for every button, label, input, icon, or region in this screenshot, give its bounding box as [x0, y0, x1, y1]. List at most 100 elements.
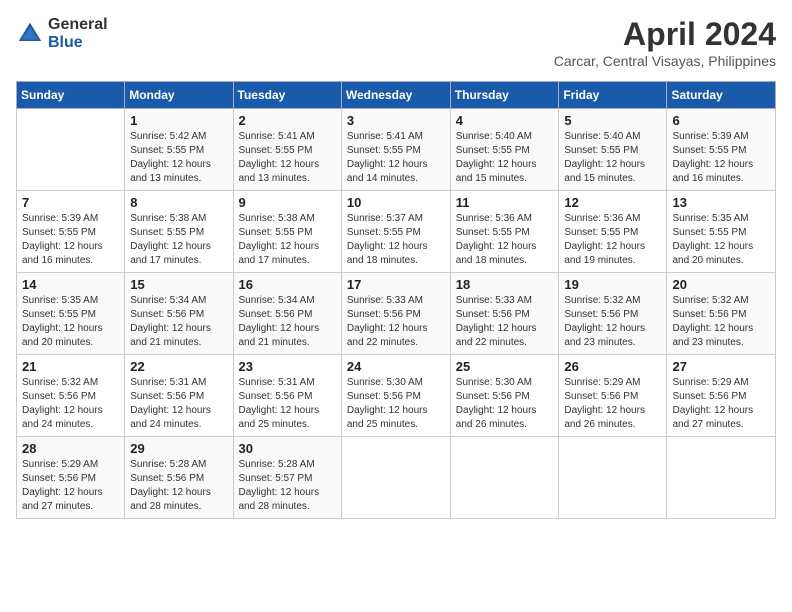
day-info: Sunrise: 5:34 AM Sunset: 5:56 PM Dayligh…	[130, 294, 227, 350]
day-cell: 14 Sunrise: 5:35 AM Sunset: 5:55 PM Dayli…	[17, 273, 125, 355]
header-cell-wednesday: Wednesday	[341, 82, 450, 109]
day-info: Sunrise: 5:32 AM Sunset: 5:56 PM Dayligh…	[564, 294, 661, 350]
day-number: 23	[239, 359, 336, 374]
day-number: 21	[22, 359, 119, 374]
day-cell: 16 Sunrise: 5:34 AM Sunset: 5:56 PM Dayli…	[233, 273, 341, 355]
day-cell: 13 Sunrise: 5:35 AM Sunset: 5:55 PM Dayli…	[667, 191, 776, 273]
day-info: Sunrise: 5:35 AM Sunset: 5:55 PM Dayligh…	[22, 294, 119, 350]
day-cell: 28Sunrise: 5:29 AM Sunset: 5:56 PM Dayli…	[17, 437, 125, 519]
day-number: 8	[130, 195, 227, 210]
calendar-subtitle: Carcar, Central Visayas, Philippines	[554, 53, 776, 69]
header-cell-thursday: Thursday	[450, 82, 559, 109]
day-info: Sunrise: 5:37 AM Sunset: 5:55 PM Dayligh…	[347, 212, 445, 268]
day-cell	[341, 437, 450, 519]
day-cell: 9Sunrise: 5:38 AM Sunset: 5:55 PM Daylig…	[233, 191, 341, 273]
day-number: 3	[347, 113, 445, 128]
day-info: Sunrise: 5:42 AM Sunset: 5:55 PM Dayligh…	[130, 130, 227, 186]
day-info: Sunrise: 5:34 AM Sunset: 5:56 PM Dayligh…	[239, 294, 336, 350]
day-number: 7	[22, 195, 119, 210]
day-info: Sunrise: 5:36 AM Sunset: 5:55 PM Dayligh…	[564, 212, 661, 268]
day-info: Sunrise: 5:36 AM Sunset: 5:55 PM Dayligh…	[456, 212, 554, 268]
day-info: Sunrise: 5:40 AM Sunset: 5:55 PM Dayligh…	[564, 130, 661, 186]
day-number: 26	[564, 359, 661, 374]
day-cell: 23 Sunrise: 5:31 AM Sunset: 5:56 PM Dayli…	[233, 355, 341, 437]
day-cell: 4 Sunrise: 5:40 AM Sunset: 5:55 PM Daylig…	[450, 109, 559, 191]
day-number: 22	[130, 359, 227, 374]
day-cell: 29 Sunrise: 5:28 AM Sunset: 5:56 PM Dayli…	[125, 437, 233, 519]
day-cell: 17 Sunrise: 5:33 AM Sunset: 5:56 PM Dayli…	[341, 273, 450, 355]
logo-blue: Blue	[48, 34, 108, 52]
logo: General Blue	[16, 16, 108, 51]
day-number: 1	[130, 113, 227, 128]
day-cell	[667, 437, 776, 519]
day-info: Sunrise: 5:28 AM Sunset: 5:56 PM Dayligh…	[130, 458, 227, 514]
day-number: 6	[672, 113, 770, 128]
day-cell: 26Sunrise: 5:29 AM Sunset: 5:56 PM Dayli…	[559, 355, 667, 437]
day-cell: 22 Sunrise: 5:31 AM Sunset: 5:56 PM Dayli…	[125, 355, 233, 437]
title-section: April 2024 Carcar, Central Visayas, Phil…	[554, 16, 776, 69]
day-number: 14	[22, 277, 119, 292]
day-info: Sunrise: 5:40 AM Sunset: 5:55 PM Dayligh…	[456, 130, 554, 186]
week-row-1: 1 Sunrise: 5:42 AM Sunset: 5:55 PM Daylig…	[17, 109, 776, 191]
day-info: Sunrise: 5:30 AM Sunset: 5:56 PM Dayligh…	[456, 376, 554, 432]
day-cell: 5 Sunrise: 5:40 AM Sunset: 5:55 PM Daylig…	[559, 109, 667, 191]
logo-text: General Blue	[48, 16, 108, 51]
header-cell-saturday: Saturday	[667, 82, 776, 109]
day-cell: 6 Sunrise: 5:39 AM Sunset: 5:55 PM Daylig…	[667, 109, 776, 191]
day-cell: 1 Sunrise: 5:42 AM Sunset: 5:55 PM Daylig…	[125, 109, 233, 191]
day-info: Sunrise: 5:39 AM Sunset: 5:55 PM Dayligh…	[672, 130, 770, 186]
day-info: Sunrise: 5:31 AM Sunset: 5:56 PM Dayligh…	[130, 376, 227, 432]
day-info: Sunrise: 5:32 AM Sunset: 5:56 PM Dayligh…	[672, 294, 770, 350]
day-cell	[17, 109, 125, 191]
day-number: 17	[347, 277, 445, 292]
day-cell: 20 Sunrise: 5:32 AM Sunset: 5:56 PM Dayli…	[667, 273, 776, 355]
day-cell: 21 Sunrise: 5:32 AM Sunset: 5:56 PM Dayli…	[17, 355, 125, 437]
day-number: 25	[456, 359, 554, 374]
day-number: 2	[239, 113, 336, 128]
day-cell: 3 Sunrise: 5:41 AM Sunset: 5:55 PM Daylig…	[341, 109, 450, 191]
day-info: Sunrise: 5:35 AM Sunset: 5:55 PM Dayligh…	[672, 212, 770, 268]
header-cell-sunday: Sunday	[17, 82, 125, 109]
day-number: 20	[672, 277, 770, 292]
day-number: 27	[672, 359, 770, 374]
day-cell: 7Sunrise: 5:39 AM Sunset: 5:55 PM Daylig…	[17, 191, 125, 273]
day-cell: 10 Sunrise: 5:37 AM Sunset: 5:55 PM Dayli…	[341, 191, 450, 273]
day-info: Sunrise: 5:41 AM Sunset: 5:55 PM Dayligh…	[239, 130, 336, 186]
day-number: 18	[456, 277, 554, 292]
header-cell-tuesday: Tuesday	[233, 82, 341, 109]
day-info: Sunrise: 5:33 AM Sunset: 5:56 PM Dayligh…	[456, 294, 554, 350]
calendar-title: April 2024	[554, 16, 776, 53]
day-cell: 11 Sunrise: 5:36 AM Sunset: 5:55 PM Dayli…	[450, 191, 559, 273]
week-row-5: 28Sunrise: 5:29 AM Sunset: 5:56 PM Dayli…	[17, 437, 776, 519]
header-cell-monday: Monday	[125, 82, 233, 109]
day-number: 11	[456, 195, 554, 210]
day-cell: 19Sunrise: 5:32 AM Sunset: 5:56 PM Dayli…	[559, 273, 667, 355]
day-cell	[559, 437, 667, 519]
day-cell: 12Sunrise: 5:36 AM Sunset: 5:55 PM Dayli…	[559, 191, 667, 273]
day-number: 24	[347, 359, 445, 374]
day-info: Sunrise: 5:31 AM Sunset: 5:56 PM Dayligh…	[239, 376, 336, 432]
day-info: Sunrise: 5:28 AM Sunset: 5:57 PM Dayligh…	[239, 458, 336, 514]
calendar-table: SundayMondayTuesdayWednesdayThursdayFrid…	[16, 81, 776, 519]
day-number: 29	[130, 441, 227, 456]
day-info: Sunrise: 5:32 AM Sunset: 5:56 PM Dayligh…	[22, 376, 119, 432]
day-number: 13	[672, 195, 770, 210]
day-cell: 18 Sunrise: 5:33 AM Sunset: 5:56 PM Dayli…	[450, 273, 559, 355]
header: General Blue April 2024 Carcar, Central …	[16, 16, 776, 69]
day-number: 10	[347, 195, 445, 210]
day-number: 30	[239, 441, 336, 456]
logo-general: General	[48, 16, 108, 34]
day-number: 16	[239, 277, 336, 292]
day-info: Sunrise: 5:33 AM Sunset: 5:56 PM Dayligh…	[347, 294, 445, 350]
day-cell: 30 Sunrise: 5:28 AM Sunset: 5:57 PM Dayli…	[233, 437, 341, 519]
day-number: 28	[22, 441, 119, 456]
day-number: 4	[456, 113, 554, 128]
logo-icon	[16, 20, 44, 48]
week-row-2: 7Sunrise: 5:39 AM Sunset: 5:55 PM Daylig…	[17, 191, 776, 273]
day-info: Sunrise: 5:41 AM Sunset: 5:55 PM Dayligh…	[347, 130, 445, 186]
day-number: 5	[564, 113, 661, 128]
header-row: SundayMondayTuesdayWednesdayThursdayFrid…	[17, 82, 776, 109]
week-row-4: 21 Sunrise: 5:32 AM Sunset: 5:56 PM Dayli…	[17, 355, 776, 437]
day-info: Sunrise: 5:30 AM Sunset: 5:56 PM Dayligh…	[347, 376, 445, 432]
day-cell: 8Sunrise: 5:38 AM Sunset: 5:55 PM Daylig…	[125, 191, 233, 273]
